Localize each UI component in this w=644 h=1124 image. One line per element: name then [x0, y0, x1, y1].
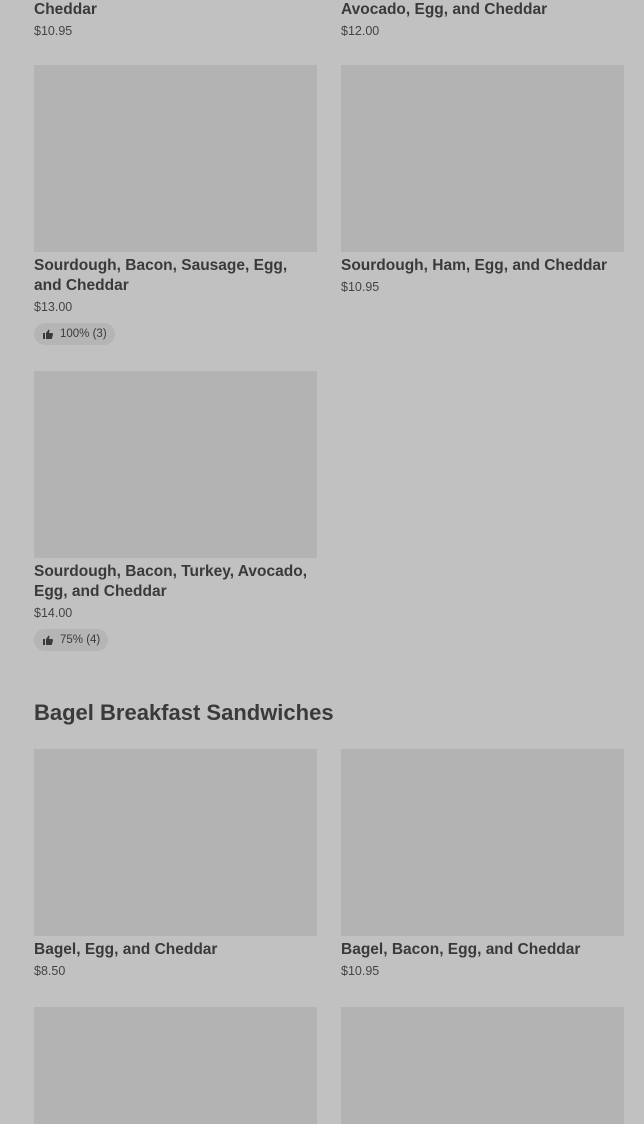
- menu-item-name: Sourdough, Ham, Egg, and Cheddar: [341, 257, 608, 274]
- menu-item-price: $8.50: [34, 964, 66, 978]
- menu-item-price: $12.00: [341, 24, 380, 38]
- menu-item-image: [34, 749, 317, 936]
- menu-item-price: $13.00: [34, 300, 73, 314]
- menu-item-card[interactable]: Sourdough, Bacon, Sausage, Egg, and Ched…: [34, 65, 317, 345]
- rating-text: 75% (4): [60, 634, 101, 646]
- menu-item-card[interactable]: Avocado, Egg, and Cheddar $12.00: [341, 0, 624, 39]
- rating-badge: 75% (4): [34, 629, 109, 651]
- menu-item-card[interactable]: Sourdough, Bacon, Turkey, Avocado, Egg, …: [34, 371, 317, 651]
- menu-item-name: Sourdough, Bacon, Turkey, Avocado, Egg, …: [34, 563, 307, 600]
- thumbs-up-icon: [42, 634, 54, 646]
- menu-item-image: [341, 749, 624, 936]
- menu-item-card[interactable]: Cheddar $10.95: [34, 0, 317, 39]
- menu-item-name: Sourdough, Bacon, Sausage, Egg, and Ched…: [34, 257, 288, 294]
- menu-item-price: $10.95: [341, 280, 380, 294]
- menu-item-name: Bagel, Bacon, Egg, and Cheddar: [341, 941, 581, 958]
- menu-item-card[interactable]: Sourdough, Ham, Egg, and Cheddar $10.95: [341, 65, 624, 295]
- rating-text: 100% (3): [60, 328, 107, 340]
- menu-item-image: [34, 1007, 317, 1124]
- menu-item-card[interactable]: [341, 1007, 624, 1124]
- menu-item-image: [341, 1007, 624, 1124]
- menu-item-price: $10.95: [34, 24, 73, 38]
- menu-item-price: $10.95: [341, 964, 380, 978]
- menu-item-card[interactable]: Bagel, Bacon, Egg, and Cheddar $10.95: [341, 749, 624, 979]
- menu-item-price: $14.00: [34, 606, 73, 620]
- menu-item-name: Cheddar: [34, 1, 97, 18]
- menu-item-card[interactable]: [34, 1007, 317, 1124]
- thumbs-up-icon: [42, 328, 54, 340]
- menu-item-name: Avocado, Egg, and Cheddar: [341, 1, 548, 18]
- rating-badge: 100% (3): [34, 323, 115, 345]
- menu-item-name: Bagel, Egg, and Cheddar: [34, 941, 218, 958]
- menu-item-image: [34, 371, 317, 558]
- menu-item-image: [34, 65, 317, 252]
- menu-item-image: [341, 65, 624, 252]
- menu-item-card[interactable]: Bagel, Egg, and Cheddar $8.50: [34, 749, 317, 979]
- section-title: Bagel Breakfast Sandwiches: [34, 700, 334, 725]
